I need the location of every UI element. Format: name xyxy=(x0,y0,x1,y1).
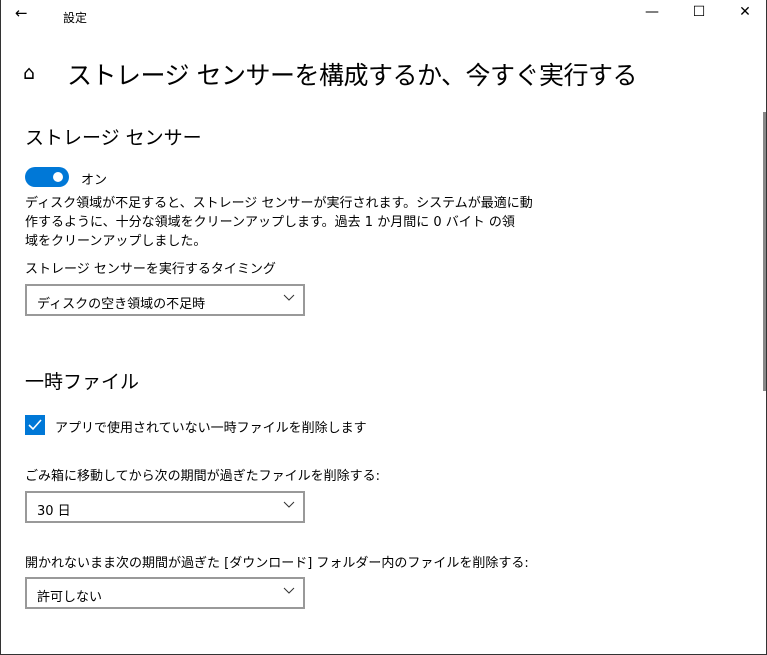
chevron-down-icon xyxy=(283,501,295,508)
back-button[interactable]: ← xyxy=(15,4,28,22)
maximize-button[interactable]: ☐ xyxy=(684,4,714,20)
storage-sense-toggle[interactable] xyxy=(25,167,69,187)
timing-dropdown[interactable]: ディスクの空き領域の不足時 xyxy=(25,284,305,316)
scrollbar[interactable] xyxy=(763,112,766,391)
checkbox-label: アプリで使用されていない一時ファイルを削除します xyxy=(55,421,367,436)
storage-sense-description: ディスク領域が不足すると、ストレージ センサーが実行されます。システムが最適に動… xyxy=(25,194,533,251)
recycle-bin-label: ごみ箱に移動してから次の期間が過ぎたファイルを削除する: xyxy=(25,469,380,484)
downloads-value: 許可しない xyxy=(37,590,103,605)
timing-label: ストレージ センサーを実行するタイミング xyxy=(25,262,276,277)
description-line: ディスク領域が不足すると、ストレージ センサーが実行されます。システムが最適に動 xyxy=(25,196,533,211)
section-heading-temp-files: 一時ファイル xyxy=(25,371,140,393)
recycle-bin-dropdown[interactable]: 30 日 xyxy=(25,491,305,523)
chevron-down-icon xyxy=(283,294,295,301)
minimize-button[interactable]: — xyxy=(637,4,667,20)
checkmark-icon xyxy=(28,419,42,431)
delete-temp-files-checkbox[interactable] xyxy=(25,415,45,435)
window-title: 設定 xyxy=(63,11,88,25)
downloads-dropdown[interactable]: 許可しない xyxy=(25,577,305,609)
recycle-bin-value: 30 日 xyxy=(37,504,71,519)
downloads-label: 開かれないまま次の期間が過ぎた [ダウンロード] フォルダー内のファイルを削除す… xyxy=(25,556,529,571)
description-line: 作するように、十分な領域をクリーンアップします。過去 1 か月間に 0 バイト … xyxy=(25,215,515,230)
home-icon[interactable]: ⌂ xyxy=(23,62,35,84)
section-heading-storage-sense: ストレージ センサー xyxy=(25,127,202,149)
description-line: 域をクリーンアップしました。 xyxy=(25,234,207,249)
toggle-label: オン xyxy=(81,173,108,188)
timing-value: ディスクの空き領域の不足時 xyxy=(37,297,206,312)
close-button[interactable]: ✕ xyxy=(730,4,760,20)
page-title: ストレージ センサーを構成するか、今すぐ実行する xyxy=(67,61,637,90)
chevron-down-icon xyxy=(283,587,295,594)
